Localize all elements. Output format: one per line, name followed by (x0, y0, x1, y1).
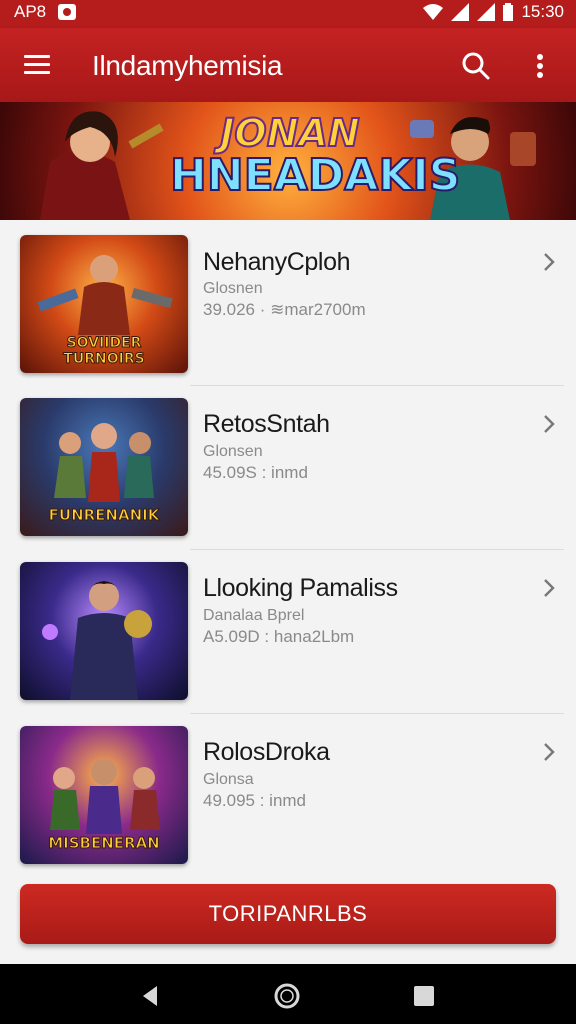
banner-title-line1: JONAN (219, 111, 360, 155)
item-meta: 45.09S : inmd (203, 463, 308, 482)
app-bar: Ilndamyhemisia (0, 28, 576, 102)
item-thumbnail (20, 562, 188, 700)
notification-icon (58, 4, 77, 20)
clock-label: 15:30 (521, 2, 564, 21)
item-title: RolosDroka (203, 738, 330, 766)
banner-title-line2: HNEADAKIS (169, 150, 462, 201)
chevron-right-icon (544, 743, 555, 761)
thumbnail-caption: FUNRENANIK (48, 506, 160, 525)
item-thumbnail: MISBENERAN (20, 726, 188, 864)
promo-banner[interactable]: JONAN HNEADAKIS (0, 102, 576, 220)
status-bar: AP8 15:30 (0, 0, 576, 28)
item-title: Llooking Pamaliss (203, 574, 398, 602)
list-item[interactable]: Llooking Pamaliss Danalaa Bprel A5.09D :… (0, 550, 576, 714)
back-icon[interactable] (137, 982, 165, 1010)
carrier-label: AP8 (14, 2, 47, 21)
item-subtitle: Danalaa Bprel (203, 607, 305, 624)
item-meta: 49.095 : inmd (203, 791, 307, 810)
item-title: NehanyCploh (203, 248, 351, 276)
item-thumbnail: FUNRENANIK (20, 398, 188, 536)
app-title: Ilndamyhemisia (92, 50, 283, 81)
battery-icon (503, 3, 514, 21)
thumbnail-caption: SOVIIDER TURNOIRS (63, 335, 145, 368)
home-icon[interactable] (273, 982, 301, 1010)
item-meta: A5.09D : hana2Lbm (203, 627, 355, 646)
thumbnail-caption: MISBENERAN (48, 834, 161, 853)
list-item[interactable]: SOVIIDER TURNOIRS NehanyCploh Glosnen 39… (0, 222, 576, 386)
thumbnail-art (42, 581, 152, 700)
chevron-right-icon (544, 415, 555, 433)
more-options-icon[interactable] (530, 50, 550, 82)
wifi-icon (423, 4, 444, 20)
signal-icon-2 (477, 3, 496, 21)
chevron-right-icon (544, 579, 555, 597)
chevron-right-icon (544, 253, 555, 271)
item-subtitle: Glonsen (203, 443, 263, 460)
banner-hero-left (40, 111, 164, 220)
item-thumbnail: SOVIIDER TURNOIRS (20, 235, 188, 373)
system-nav-bar (0, 964, 576, 1024)
item-subtitle: Glonsa (203, 771, 254, 788)
list-item[interactable]: FUNRENANIK RetosSntah Glonsen 45.09S : i… (0, 386, 576, 550)
primary-action-button[interactable]: TORIPANRLBS (20, 884, 556, 944)
recents-icon[interactable] (410, 982, 438, 1010)
item-title: RetosSntah (203, 410, 330, 438)
item-meta: 39.026 · ≋mar2700m (203, 300, 366, 319)
signal-icon (451, 3, 470, 21)
list-item[interactable]: MISBENERAN RolosDroka Glonsa 49.095 : in… (0, 714, 576, 878)
banner-title: JONAN HNEADAKIS (169, 111, 462, 201)
item-subtitle: Glosnen (203, 280, 263, 297)
hamburger-menu-icon[interactable] (24, 52, 54, 78)
search-icon[interactable] (460, 50, 492, 82)
